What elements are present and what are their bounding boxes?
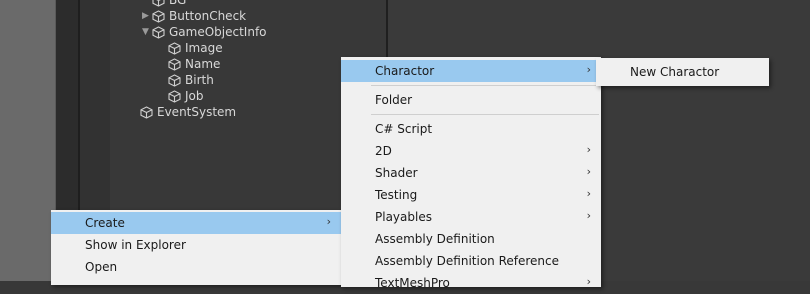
menu-item-label: Assembly Definition Reference	[375, 254, 560, 268]
tree-item-eventsystem[interactable]: EventSystem	[140, 104, 236, 120]
menu-item-label: Playables	[375, 210, 432, 224]
menu-item-label: Create	[85, 216, 125, 230]
tree-item-name[interactable]: Name	[168, 56, 220, 72]
menu-item-open[interactable]: Open	[51, 256, 341, 278]
menu-item-label: 2D	[375, 144, 392, 158]
tree-item-label: EventSystem	[157, 105, 237, 119]
menu-item-label: Charactor	[375, 64, 435, 78]
tree-item-bg[interactable]: BG	[142, 0, 186, 8]
gameobject-icon	[152, 25, 165, 39]
left-window-strip	[0, 0, 56, 281]
charactor-submenu: New Charactor	[596, 58, 769, 86]
menu-item-label: Assembly Definition	[375, 232, 495, 246]
menu-item-playables[interactable]: Playables ›	[341, 206, 601, 228]
menu-item-label: New Charactor	[630, 65, 720, 79]
gameobject-icon	[140, 105, 153, 119]
submenu-arrow-icon: ›	[326, 215, 331, 228]
create-submenu: Charactor › Folder C# Script 2D › Shader…	[341, 57, 601, 290]
menu-item-new-charactor[interactable]: New Charactor	[596, 61, 769, 83]
tree-item-label: BG	[169, 0, 187, 7]
menu-item-2d[interactable]: 2D ›	[341, 140, 601, 162]
tree-item-image[interactable]: Image	[168, 40, 223, 56]
menu-item-create[interactable]: Create ›	[51, 212, 341, 234]
menu-item-assembly-definition-reference[interactable]: Assembly Definition Reference	[341, 250, 601, 272]
tree-item-job[interactable]: Job	[168, 88, 204, 104]
menu-item-label: TextMeshPro	[375, 276, 450, 290]
menu-item-label: Shader	[375, 166, 418, 180]
context-menu: Create › Show in Explorer Open	[51, 210, 341, 285]
gameobject-icon	[168, 89, 181, 103]
menu-separator	[371, 85, 599, 86]
menu-item-assembly-definition[interactable]: Assembly Definition	[341, 228, 601, 250]
gameobject-icon	[168, 57, 181, 71]
menu-item-folder[interactable]: Folder	[341, 89, 601, 111]
menu-item-testing[interactable]: Testing ›	[341, 184, 601, 206]
tree-item-birth[interactable]: Birth	[168, 72, 214, 88]
menu-item-textmeshpro[interactable]: TextMeshPro ›	[341, 272, 601, 294]
menu-item-label: C# Script	[375, 122, 433, 136]
menu-item-label: Testing	[375, 188, 418, 202]
menu-separator	[371, 114, 599, 115]
tree-item-label: Image	[185, 41, 223, 55]
submenu-arrow-icon: ›	[586, 143, 591, 156]
tree-item-label: Job	[185, 89, 204, 103]
submenu-arrow-icon: ›	[586, 187, 591, 200]
menu-item-show-in-explorer[interactable]: Show in Explorer	[51, 234, 341, 256]
gameobject-icon	[152, 0, 165, 7]
submenu-arrow-icon: ›	[586, 63, 591, 76]
submenu-arrow-icon: ›	[586, 275, 591, 288]
menu-item-label: Open	[85, 260, 118, 274]
submenu-arrow-icon: ›	[586, 209, 591, 222]
tree-item-label: ButtonCheck	[169, 9, 247, 23]
tree-item-label: GameObjectInfo	[169, 25, 267, 39]
gameobject-icon	[152, 9, 165, 23]
menu-item-label: Folder	[375, 93, 413, 107]
menu-item-charactor[interactable]: Charactor ›	[341, 60, 601, 82]
tree-item-label: Name	[185, 57, 221, 71]
expand-arrow-icon[interactable]: ▶	[142, 11, 152, 21]
menu-item-label: Show in Explorer	[85, 238, 186, 252]
collapse-arrow-icon[interactable]: ▼	[142, 27, 152, 37]
menu-item-csharp-script[interactable]: C# Script	[341, 118, 601, 140]
tree-item-buttoncheck[interactable]: ▶ ButtonCheck	[142, 8, 246, 24]
tree-item-label: Birth	[185, 73, 214, 87]
gameobject-icon	[168, 73, 181, 87]
submenu-arrow-icon: ›	[586, 165, 591, 178]
gameobject-icon	[168, 41, 181, 55]
tree-item-gameobjectinfo[interactable]: ▼ GameObjectInfo	[142, 24, 267, 40]
menu-item-shader[interactable]: Shader ›	[341, 162, 601, 184]
